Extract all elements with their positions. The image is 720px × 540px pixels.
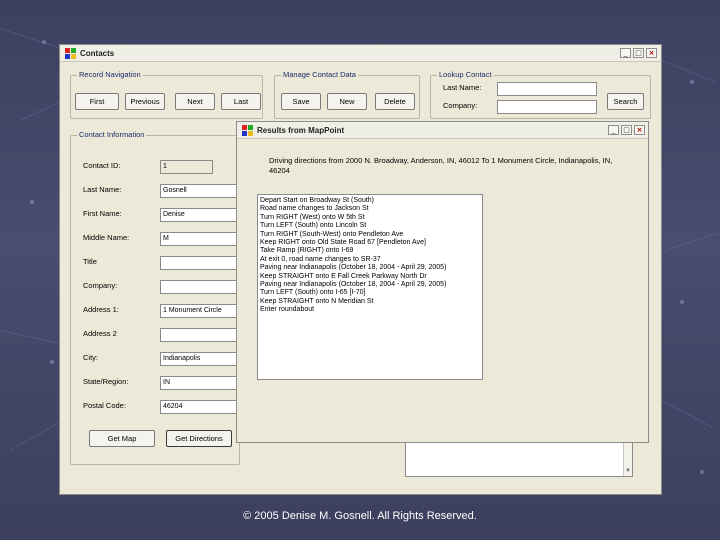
direction-step: Depart Start on Broadway St (South) [260,197,374,204]
first-button[interactable]: First [75,93,119,110]
field-label-postal-code: Postal Code: [83,401,126,410]
lookup-last-name-input[interactable] [497,82,597,96]
lookup-contact-group: Lookup Contact Last Name: Company: Searc… [430,70,651,119]
field-label-title: Title [83,257,97,266]
address-2-field[interactable] [160,328,240,342]
directions-summary: Driving directions from 2000 N. Broadway… [269,156,613,175]
direction-step: Paving near Indianapolis (October 18, 20… [260,264,447,272]
maximize-icon[interactable]: □ [633,48,644,58]
field-label-contact-id: Contact ID: [83,161,121,170]
app-icon [242,124,253,136]
get-directions-button[interactable]: Get Directions [166,430,232,447]
field-label-state-region: State/Region: [83,377,129,386]
direction-step: Take Ramp (RIGHT) onto I-69 [260,247,354,255]
middle-name-field[interactable]: M [160,232,240,246]
close-icon[interactable]: × [646,48,657,58]
lookup-last-name-label: Last Name: [443,83,482,92]
get-map-button[interactable]: Get Map [89,430,155,447]
company-field[interactable] [160,280,240,294]
direction-step: Road name changes to Jackson St [260,205,369,213]
direction-step: Turn LEFT (South) onto I-65 [I-70] [260,289,366,297]
manage-contact-data-group: Manage Contact Data Save New Delete [274,70,420,119]
new-button[interactable]: New [327,93,367,110]
direction-step: Turn RIGHT (West) onto W 5th St [260,213,365,221]
postal-code-field[interactable]: 46204 [160,400,240,414]
contact-information-label: Contact Information [77,130,147,139]
direction-step: Keep RIGHT onto Old State Road 67 [Pendl… [260,239,426,247]
maximize-icon[interactable]: □ [621,125,632,135]
field-label-middle-name: Middle Name: [83,233,130,242]
direction-step: Turn LEFT (South) onto Lincoln St [260,222,367,230]
direction-step: Keep STRAIGHT onto E Fall Creek Parkway … [260,272,427,280]
direction-step: At exit 0, road name changes to SR-37 [260,255,381,263]
contact-information-group: Contact Information Contact ID: 1 Last N… [70,130,240,465]
contacts-titlebar: Contacts _ □ × [60,45,661,62]
delete-button[interactable]: Delete [375,93,415,110]
manage-contact-data-label: Manage Contact Data [281,70,358,79]
first-name-field[interactable]: Denise [160,208,240,222]
lookup-contact-label: Lookup Contact [437,70,494,79]
app-icon [65,47,76,59]
minimize-icon[interactable]: _ [608,125,619,135]
direction-step: Paving near Indianapolis (October 18, 20… [260,281,447,289]
minimize-icon[interactable]: _ [620,48,631,58]
record-navigation-group: Record Navigation First Previous Next La… [70,70,263,119]
field-label-address-1: Address 1: [83,305,119,314]
copyright-footer: © 2005 Denise M. Gosnell. All Rights Res… [243,510,477,522]
field-label-city: City: [83,353,98,362]
contact-id-field: 1 [160,160,213,174]
last-button[interactable]: Last [221,93,261,110]
field-label-address-2: Address 2 [83,329,117,338]
field-label-company: Company: [83,281,118,290]
close-icon[interactable]: × [634,125,645,135]
direction-step: Keep STRAIGHT onto N Meridian St [260,297,374,305]
scroll-down-icon[interactable]: ▼ [624,467,632,475]
direction-step: Enter roundabout [260,306,315,314]
field-label-first-name: First Name: [83,209,122,218]
city-field[interactable]: Indianapolis [160,352,240,366]
mappoint-results-window: Results from MapPoint _ □ × Driving dire… [236,121,649,443]
direction-step: Turn RIGHT (South-West) onto Pendleton A… [260,230,404,238]
record-navigation-label: Record Navigation [77,70,143,79]
last-name-field[interactable]: Gosnell [160,184,240,198]
title-field[interactable] [160,256,240,270]
save-button[interactable]: Save [281,93,321,110]
field-label-last-name: Last Name: [83,185,122,194]
search-button[interactable]: Search [607,93,644,110]
previous-button[interactable]: Previous [125,93,165,110]
state-region-field[interactable]: IN [160,376,240,390]
mappoint-title: Results from MapPoint [257,125,345,135]
lookup-company-input[interactable] [497,100,597,114]
directions-list[interactable]: Depart Start on Broadway St (South) Road … [257,194,483,380]
mappoint-titlebar: Results from MapPoint _ □ × [237,122,648,139]
address-1-field[interactable]: 1 Monument Circle [160,304,240,318]
lookup-company-label: Company: [443,101,478,110]
next-button[interactable]: Next [175,93,215,110]
contacts-title: Contacts [80,48,115,58]
